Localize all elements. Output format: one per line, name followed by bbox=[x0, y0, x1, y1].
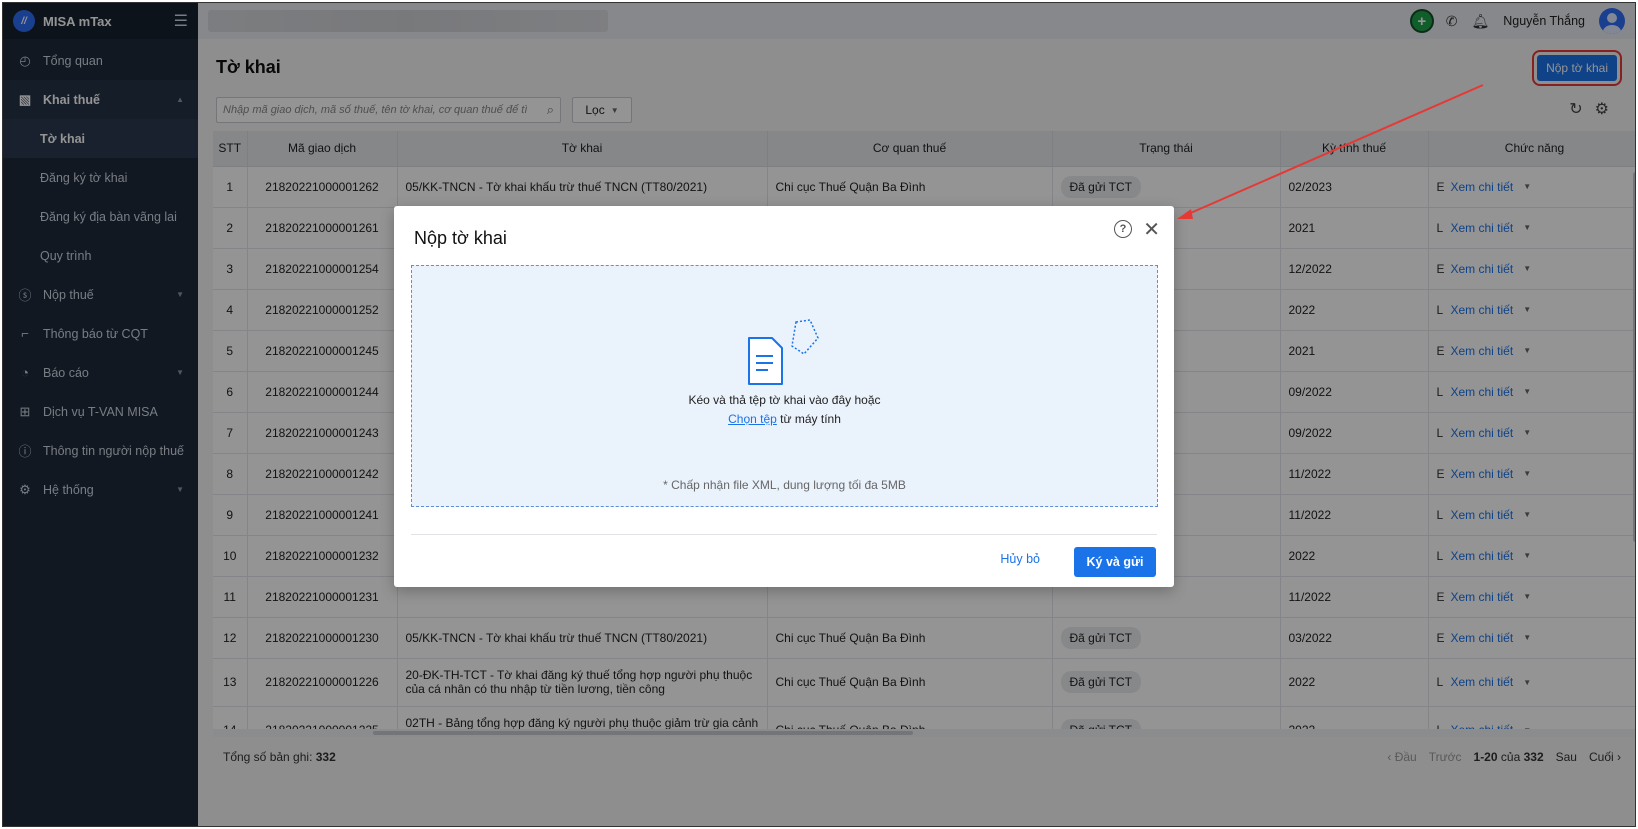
app-window: // MISA mTax ☰ ◴ Tổng quan ▧ Khai thuế ▲… bbox=[2, 2, 1636, 827]
annotation-arrow bbox=[1177, 84, 1484, 219]
